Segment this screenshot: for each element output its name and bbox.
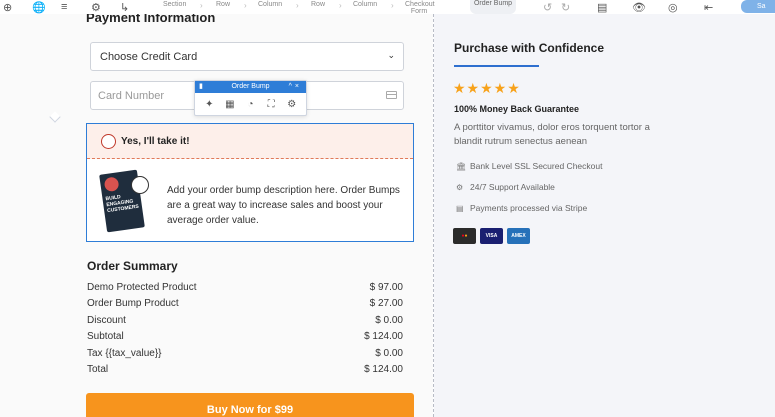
summary-row: Discount $ 0.00: [87, 315, 403, 331]
summary-value: $ 124.00: [364, 364, 403, 375]
palette-icon[interactable]: ◔: [244, 99, 256, 110]
exit-icon[interactable]: ⇤: [704, 0, 713, 14]
order-bump-box[interactable]: Yes, I'll take it! BUILD ENGAGING CUSTOM…: [86, 123, 414, 242]
code-icon[interactable]: ↳: [120, 0, 129, 14]
summary-value: $ 97.00: [369, 282, 403, 293]
undo-icon[interactable]: ↺: [543, 0, 552, 14]
buy-now-button[interactable]: Buy Now for $99: [86, 393, 414, 417]
order-bump-yes-label[interactable]: Yes, I'll take it!: [121, 136, 190, 147]
feature-item: 🏛 Bank Level SSL Secured Checkout: [456, 161, 602, 171]
magic-wand-icon[interactable]: ✦: [203, 99, 215, 110]
breadcrumb-row[interactable]: Row: [216, 1, 230, 8]
mastercard-logo: ●●: [453, 228, 476, 244]
feature-label: Bank Level SSL Secured Checkout: [470, 161, 603, 171]
order-bump-toolbar: ▮ Order Bump ^× ✦ ▦ ◔ ⛶ ⚙: [194, 80, 307, 116]
summary-value: $ 124.00: [364, 331, 403, 342]
bank-icon: 🏛: [456, 162, 467, 171]
save-button[interactable]: Sa: [741, 0, 775, 13]
preview-icon[interactable]: 👁: [632, 0, 646, 14]
card-number-placeholder: Card Number: [98, 90, 165, 102]
calendar-icon[interactable]: ▦: [224, 99, 236, 110]
confidence-title: Purchase with Confidence: [454, 41, 605, 55]
order-bump-header[interactable]: Yes, I'll take it!: [87, 124, 413, 159]
credit-card-select-value: Choose Credit Card: [100, 51, 198, 63]
book-seal-badge: [131, 176, 149, 194]
breadcrumb-section[interactable]: Section: [163, 1, 186, 8]
breadcrumb-order-bump[interactable]: Order Bump: [470, 0, 516, 14]
payment-cards: ●● VISA AMEX: [453, 228, 530, 244]
feature-label: 24/7 Support Available: [470, 182, 555, 192]
amex-logo: AMEX: [507, 228, 530, 244]
card-icon: ▤: [456, 204, 464, 213]
breadcrumb-column[interactable]: Column: [258, 1, 282, 8]
gear-icon[interactable]: ⚙: [286, 99, 298, 110]
summary-label: Order Bump Product: [87, 298, 179, 309]
summary-label: Discount: [87, 315, 126, 326]
summary-value: $ 27.00: [369, 298, 403, 309]
feature-item: ▤ Payments processed via Stripe: [456, 203, 587, 213]
summary-row: Demo Protected Product $ 97.00: [87, 282, 403, 298]
drag-handle-icon[interactable]: ▮: [199, 81, 203, 93]
breadcrumb-row[interactable]: Row: [311, 1, 325, 8]
summary-label: Total: [87, 364, 109, 375]
toolbar-pointer: [49, 111, 61, 123]
checkout-form-column: Payment Information Choose Credit Card ⌄…: [0, 0, 433, 417]
help-icon[interactable]: ◎: [668, 0, 678, 14]
summary-label: Demo Protected Product: [87, 282, 197, 293]
order-bump-toolbar-title: Order Bump: [231, 83, 270, 90]
settings-icon[interactable]: ⚙: [91, 0, 101, 14]
breadcrumb-separator: ›: [339, 1, 342, 10]
credit-card-select[interactable]: Choose Credit Card ⌄: [90, 42, 404, 71]
breadcrumb-checkout-form[interactable]: Checkout Form: [405, 1, 435, 15]
credit-card-icon: [386, 91, 397, 99]
globe-icon[interactable]: 🌐: [32, 0, 46, 14]
breadcrumb-separator: ›: [296, 1, 299, 10]
confidence-text: A porttitor vivamus, dolor eros torquent…: [454, 122, 650, 147]
chevron-down-icon: ⌄: [387, 50, 395, 60]
collapse-close-icons[interactable]: ^×: [289, 81, 302, 93]
summary-value: $ 0.00: [375, 348, 403, 359]
responsive-icon[interactable]: ▤: [597, 0, 607, 14]
star-rating: ★★★★★: [453, 80, 521, 96]
visa-logo: VISA: [480, 228, 503, 244]
breadcrumb-separator: ›: [244, 1, 247, 10]
breadcrumb-column[interactable]: Column: [353, 1, 377, 8]
feature-label: Payments processed via Stripe: [470, 203, 588, 213]
money-back-guarantee: 100% Money Back Guarantee: [454, 104, 580, 114]
order-bump-radio[interactable]: [101, 134, 116, 149]
breadcrumb-separator: ›: [200, 1, 203, 10]
summary-label: Tax {{tax_value}}: [87, 348, 162, 359]
summary-row: Order Bump Product $ 27.00: [87, 298, 403, 314]
breadcrumb-separator: ›: [391, 1, 394, 10]
editor-toolbar: ⊕ 🌐 ≡ ⚙ ↳ Section › Row › Column › Row ›…: [0, 0, 775, 15]
summary-row: Tax {{tax_value}} $ 0.00: [87, 348, 403, 364]
book-cover-text: BUILD ENGAGING CUSTOMERS: [105, 194, 140, 215]
add-icon[interactable]: ⊕: [3, 0, 12, 14]
order-bump-toolbar-header[interactable]: ▮ Order Bump ^×: [195, 81, 306, 93]
summary-row: Total $ 124.00: [87, 364, 403, 380]
layers-icon[interactable]: ≡: [61, 0, 67, 14]
confidence-column: Purchase with Confidence ★★★★★ 100% Mone…: [434, 14, 775, 417]
expand-icon[interactable]: ⛶: [265, 99, 277, 110]
summary-label: Subtotal: [87, 331, 124, 342]
order-bump-description: Add your order bump description here. Or…: [167, 185, 400, 226]
redo-icon[interactable]: ↻: [561, 0, 570, 14]
feature-item: ⚙ 24/7 Support Available: [456, 182, 555, 192]
summary-row: Subtotal $ 124.00: [87, 331, 403, 347]
support-icon: ⚙: [456, 183, 464, 192]
order-summary-title: Order Summary: [87, 259, 178, 273]
title-underline: [454, 65, 539, 67]
summary-value: $ 0.00: [375, 315, 403, 326]
